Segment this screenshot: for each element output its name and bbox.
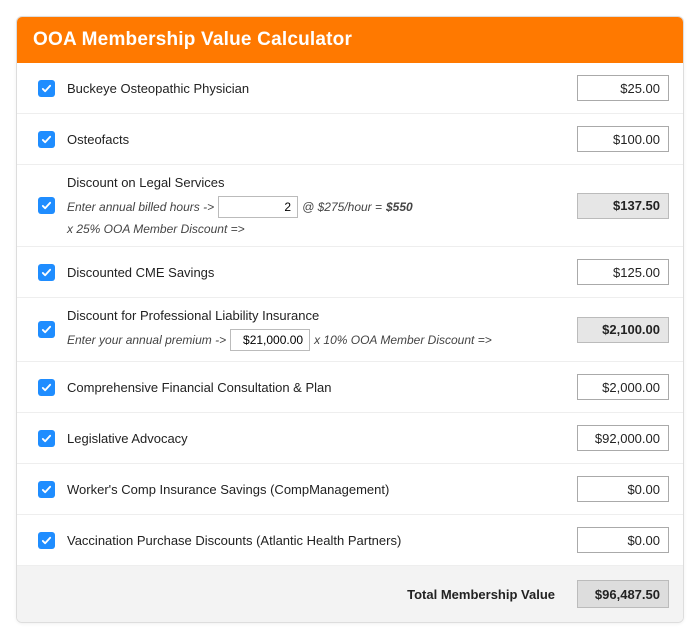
sub-prefix: Enter annual billed hours -> <box>67 200 214 214</box>
checkbox[interactable] <box>38 532 55 549</box>
benefit-label: Discount on Legal Services <box>67 175 561 190</box>
benefit-label: Buckeye Osteopathic Physician <box>67 81 561 96</box>
benefit-row: Discount for Professional Liability Insu… <box>17 298 683 362</box>
total-value: $96,487.50 <box>577 580 669 608</box>
benefit-row: Legislative Advocacy <box>17 413 683 464</box>
value-input[interactable] <box>577 75 669 101</box>
benefit-row: Buckeye Osteopathic Physician <box>17 63 683 114</box>
benefit-row: Discounted CME Savings <box>17 247 683 298</box>
benefit-row: Comprehensive Financial Consultation & P… <box>17 362 683 413</box>
benefit-row: Vaccination Purchase Discounts (Atlantic… <box>17 515 683 566</box>
benefit-row: Discount on Legal Services Enter annual b… <box>17 165 683 247</box>
sub-tail: x 25% OOA Member Discount => <box>67 222 245 236</box>
value-input[interactable] <box>577 126 669 152</box>
checkbox[interactable] <box>38 379 55 396</box>
value-input[interactable] <box>577 374 669 400</box>
benefit-label: Discounted CME Savings <box>67 265 561 280</box>
value-input[interactable] <box>577 259 669 285</box>
checkbox[interactable] <box>38 481 55 498</box>
total-label: Total Membership Value <box>407 587 571 602</box>
benefit-label: Vaccination Purchase Discounts (Atlantic… <box>67 533 561 548</box>
benefit-label: Worker's Comp Insurance Savings (CompMan… <box>67 482 561 497</box>
value-input[interactable] <box>577 425 669 451</box>
benefit-label: Discount for Professional Liability Insu… <box>67 308 561 323</box>
sub-bold: $550 <box>386 200 413 214</box>
checkbox[interactable] <box>38 264 55 281</box>
checkbox[interactable] <box>38 430 55 447</box>
value-input <box>577 193 669 219</box>
checkbox[interactable] <box>38 80 55 97</box>
checkbox[interactable] <box>38 321 55 338</box>
sub-formula: Enter annual billed hours -> @ $275/hour … <box>67 196 561 236</box>
sub-prefix: Enter your annual premium -> <box>67 333 226 347</box>
value-input[interactable] <box>577 527 669 553</box>
footer-row: Total Membership Value $96,487.50 <box>17 566 683 622</box>
sub-mid: x 10% OOA Member Discount => <box>314 333 492 347</box>
sub-mid: @ $275/hour = <box>302 200 382 214</box>
benefit-label: Legislative Advocacy <box>67 431 561 446</box>
benefit-label: Osteofacts <box>67 132 561 147</box>
benefit-row: Worker's Comp Insurance Savings (CompMan… <box>17 464 683 515</box>
value-input[interactable] <box>577 476 669 502</box>
benefit-label: Comprehensive Financial Consultation & P… <box>67 380 561 395</box>
checkbox[interactable] <box>38 131 55 148</box>
value-input <box>577 317 669 343</box>
benefit-row: Osteofacts <box>17 114 683 165</box>
page-title: OOA Membership Value Calculator <box>17 17 683 63</box>
calculator-container: OOA Membership Value Calculator Buckeye … <box>16 16 684 623</box>
inline-input[interactable] <box>218 196 298 218</box>
inline-input[interactable] <box>230 329 310 351</box>
checkbox[interactable] <box>38 197 55 214</box>
sub-formula: Enter your annual premium -> x 10% OOA Me… <box>67 329 561 351</box>
